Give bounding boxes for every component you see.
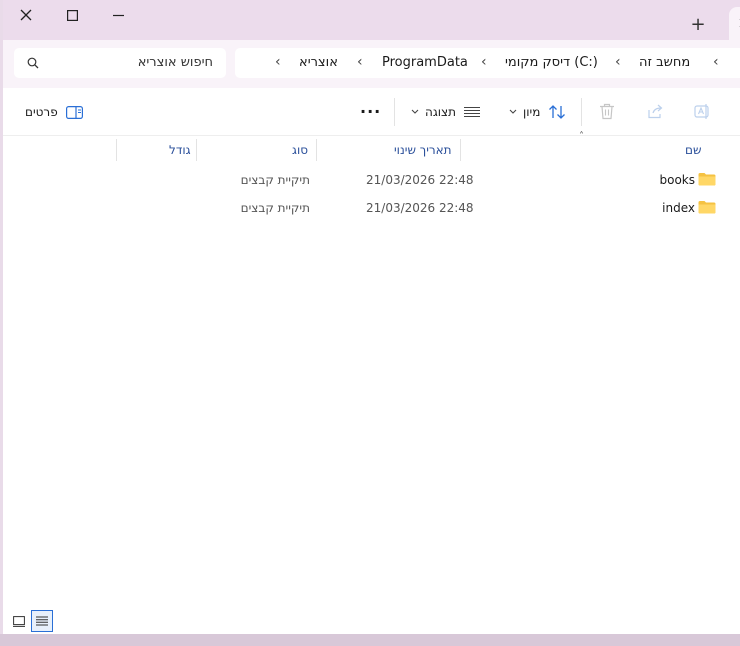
column-divider[interactable]: [460, 139, 461, 161]
breadcrumb-item-otzaria[interactable]: אוצריא: [299, 55, 338, 70]
file-name: index: [662, 201, 695, 215]
close-window-button[interactable]: [3, 0, 49, 30]
tiles-view-button[interactable]: [8, 610, 30, 632]
column-header-name[interactable]: שם: [685, 143, 701, 157]
chevron-left-icon[interactable]: ‹: [713, 54, 719, 70]
plus-icon: +: [690, 13, 706, 35]
active-tab[interactable]: [729, 7, 740, 40]
rename-button[interactable]: [694, 103, 711, 120]
details-view-button[interactable]: [31, 610, 53, 632]
file-name: books: [659, 173, 695, 187]
column-divider[interactable]: [116, 139, 117, 161]
column-header-type[interactable]: סוג: [292, 143, 308, 157]
chevron-left-icon[interactable]: ‹: [275, 54, 281, 70]
view-label: תצוגה: [425, 105, 457, 119]
chevron-down-icon: [411, 109, 419, 114]
chevron-left-icon[interactable]: ‹: [481, 54, 487, 70]
column-header-date[interactable]: תאריך שינוי: [394, 143, 452, 157]
close-icon: [20, 9, 32, 21]
search-icon: [27, 57, 39, 69]
chevron-down-icon: [509, 109, 517, 114]
list-view-icon: [464, 107, 481, 117]
new-tab-button[interactable]: +: [686, 12, 710, 36]
details-view-icon: [36, 616, 48, 626]
details-label: פרטים: [25, 105, 58, 119]
sort-button[interactable]: מיון: [509, 104, 566, 120]
share-icon: [648, 104, 663, 119]
minimize-icon: [112, 14, 124, 16]
title-bar: +: [3, 0, 740, 40]
column-header-size[interactable]: גודל: [169, 143, 191, 157]
toolbar-divider: [581, 98, 582, 126]
rename-icon: [694, 104, 709, 119]
details-pane-icon: [65, 105, 83, 119]
breadcrumb-item-programdata[interactable]: ProgramData: [382, 55, 468, 70]
delete-button[interactable]: [599, 103, 615, 120]
column-divider[interactable]: [316, 139, 317, 161]
file-type: תיקיית קבצים: [240, 173, 310, 187]
chevron-left-icon[interactable]: ‹: [357, 54, 363, 70]
folder-icon: [698, 201, 716, 214]
search-box[interactable]: חיפוש אוצריא: [14, 48, 226, 78]
minimize-window-button[interactable]: [95, 0, 141, 30]
folder-icon: [698, 173, 716, 186]
sort-label: מיון: [523, 105, 541, 119]
address-row: חיפוש אוצריא ‹ אוצריא ‹ ProgramData ‹ די…: [3, 40, 740, 88]
share-button[interactable]: [647, 104, 664, 119]
sort-ascending-icon: ˄: [579, 131, 584, 142]
more-options-button[interactable]: ···: [360, 102, 381, 121]
view-button[interactable]: תצוגה: [411, 105, 481, 119]
file-row[interactable]: books 21/03/2026 22:48 תיקיית קבצים: [3, 166, 740, 194]
more-options-icon: ···: [360, 102, 382, 121]
breadcrumb-item-this-pc[interactable]: מחשב זה: [639, 55, 690, 70]
maximize-icon: [66, 9, 78, 21]
trash-icon: [600, 103, 614, 120]
command-bar: פרטים ··· תצוגה מיון: [3, 88, 740, 135]
window-shadow: [0, 634, 740, 646]
column-divider[interactable]: [196, 139, 197, 161]
file-row[interactable]: index 21/03/2026 22:48 תיקיית קבצים: [3, 194, 740, 222]
file-explorer-window: + חיפוש אוצריא ‹ אוצריא ‹ ProgramData ‹ …: [3, 0, 740, 634]
search-placeholder: חיפוש אוצריא: [137, 55, 213, 70]
address-bar[interactable]: ‹ אוצריא ‹ ProgramData ‹ דיסק מקומי (C:)…: [235, 48, 740, 78]
column-header-row: שם תאריך שינוי סוג גודל: [3, 135, 740, 162]
tiles-view-icon: [13, 615, 25, 627]
chevron-left-icon[interactable]: ‹: [615, 54, 621, 70]
details-pane-button[interactable]: פרטים: [25, 105, 83, 119]
breadcrumb-item-local-disk[interactable]: דיסק מקומי (C:): [505, 55, 598, 70]
file-date: 21/03/2026 22:48: [366, 173, 474, 187]
file-date: 21/03/2026 22:48: [366, 201, 474, 215]
sort-icon: [549, 105, 566, 119]
maximize-window-button[interactable]: [49, 0, 95, 30]
file-type: תיקיית קבצים: [240, 201, 310, 215]
toolbar-divider: [394, 98, 395, 126]
